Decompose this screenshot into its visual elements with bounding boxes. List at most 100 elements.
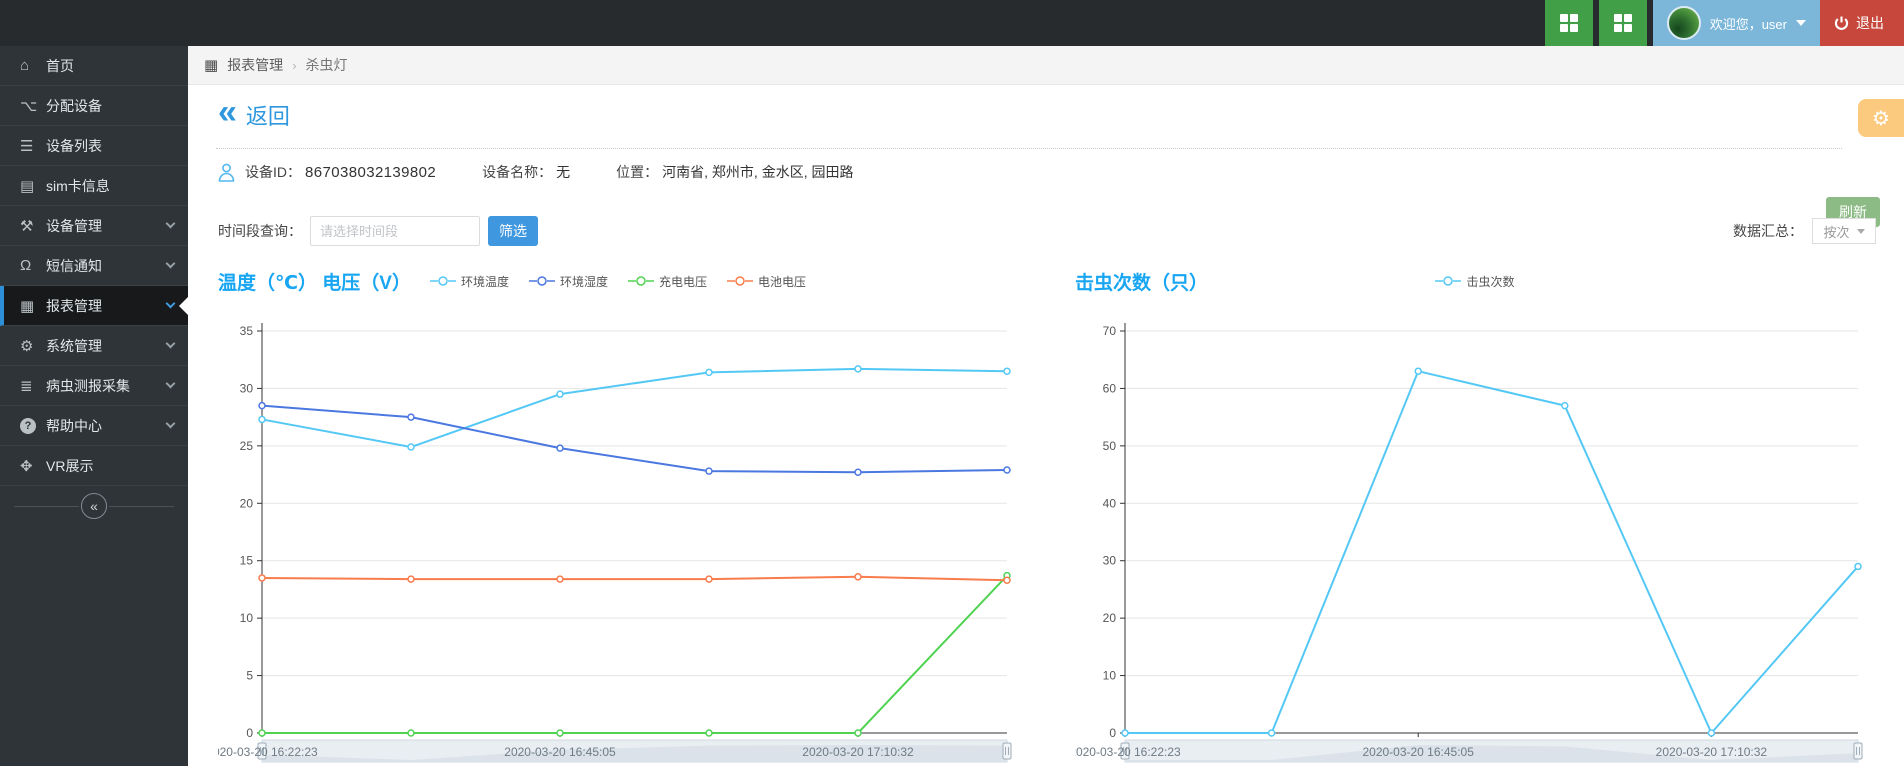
legend-item-环境温度[interactable]: 环境温度 <box>430 273 509 290</box>
svg-text:40: 40 <box>1103 496 1117 510</box>
breadcrumb-page: 杀虫灯 <box>306 55 348 75</box>
chevron-down-icon <box>166 219 176 229</box>
double-chevron-left-icon: « <box>218 99 237 125</box>
chevron-down-icon <box>1857 229 1865 238</box>
series-line-环境湿度 <box>262 406 1007 473</box>
series-line-环境温度 <box>262 369 1007 447</box>
sitemap-icon: ⌥ <box>20 97 46 115</box>
svg-text:2020-03-20 16:45:05: 2020-03-20 16:45:05 <box>1362 745 1474 759</box>
list-icon: ☰ <box>20 137 46 155</box>
svg-text:30: 30 <box>1103 554 1117 568</box>
device-id-value: 867038032139802 <box>305 164 436 181</box>
legend-item-击虫次数[interactable]: 击虫次数 <box>1435 273 1514 290</box>
svg-text:30: 30 <box>240 381 254 395</box>
series-line-击虫次数 <box>1125 371 1858 733</box>
top-header: 欢迎您，user 退出 <box>0 0 1904 46</box>
dotted-divider <box>216 148 1842 149</box>
device-location-group: 位置： 河南省, 郑州市, 金水区, 园田路 <box>616 162 853 182</box>
datazoom-handle[interactable] <box>1003 743 1011 759</box>
svg-text:2020-03-20 17:10:32: 2020-03-20 17:10:32 <box>1656 745 1768 759</box>
chevron-down-icon <box>166 419 176 429</box>
line-chart-canvas: 0102030405060702020-03-20 16:22:232020-0… <box>1075 299 1875 765</box>
user-menu[interactable]: 欢迎您，user <box>1653 0 1820 46</box>
legend-item-电池电压[interactable]: 电池电压 <box>727 273 806 290</box>
grid-apps-icon <box>1614 14 1632 32</box>
legend-label: 电池电压 <box>758 273 806 290</box>
device-info-row: 设备ID： 867038032139802 设备名称： 无 位置： 河南省, 郑… <box>218 162 899 182</box>
legend-item-充电电压[interactable]: 充电电压 <box>628 273 707 290</box>
data-summary-value: 按次 <box>1823 222 1849 241</box>
sidebar-item-label: sim卡信息 <box>46 176 110 196</box>
legend-item-环境湿度[interactable]: 环境湿度 <box>529 273 608 290</box>
wrench-icon: ⚒ <box>20 217 46 235</box>
legend-label: 环境湿度 <box>560 273 608 290</box>
breadcrumb-section[interactable]: 报表管理 <box>227 55 283 75</box>
svg-text:2020-03-20 16:22:23: 2020-03-20 16:22:23 <box>218 745 318 759</box>
legend-marker-icon <box>628 276 654 286</box>
apps-button-1[interactable] <box>1545 0 1593 46</box>
sidebar-item-label: 病虫测报采集 <box>46 376 130 396</box>
legend-label: 环境温度 <box>461 273 509 290</box>
sidebar-item-8[interactable]: ≣病虫测报采集 <box>0 366 188 406</box>
chevron-down-icon <box>166 299 176 309</box>
main-content: « 返回 ⚙ 设备ID： 867038032139802 设备名称： 无 <box>188 85 1904 766</box>
settings-button[interactable]: ⚙ <box>1858 99 1904 137</box>
data-summary-select[interactable]: 按次 <box>1812 218 1876 244</box>
sidebar-item-9[interactable]: ? 帮助中心 <box>0 406 188 446</box>
sidebar-item-10[interactable]: ✥VR展示 <box>0 446 188 486</box>
sidebar-item-label: 分配设备 <box>46 96 102 116</box>
logout-button[interactable]: 退出 <box>1820 0 1904 46</box>
sidebar-item-7[interactable]: ⚙系统管理 <box>0 326 188 366</box>
svg-text:60: 60 <box>1103 381 1117 395</box>
sidebar-item-2[interactable]: ☰设备列表 <box>0 126 188 166</box>
data-summary: 数据汇总： 按次 <box>1733 218 1876 244</box>
svg-text:2020-03-20 17:10:32: 2020-03-20 17:10:32 <box>802 745 914 759</box>
save-icon: ▤ <box>20 177 46 195</box>
sidebar-collapse-button[interactable]: « <box>0 486 188 526</box>
device-name-group: 设备名称： 无 <box>482 162 570 182</box>
back-label: 返回 <box>246 99 290 131</box>
apps-button-2[interactable] <box>1599 0 1647 46</box>
report-icon: ▦ <box>204 56 218 74</box>
data-summary-label: 数据汇总： <box>1733 221 1803 241</box>
bell-icon: Ω <box>20 257 46 274</box>
sidebar-item-3[interactable]: ▤sim卡信息 <box>0 166 188 206</box>
svg-text:10: 10 <box>1103 669 1117 683</box>
sidebar-item-label: 帮助中心 <box>46 416 102 436</box>
ordered-list-icon: ≣ <box>20 377 46 395</box>
line-chart-canvas: 051015202530352020-03-20 16:22:232020-03… <box>218 299 1018 765</box>
sidebar-item-4[interactable]: ⚒设备管理 <box>0 206 188 246</box>
back-button[interactable]: « 返回 <box>218 99 290 131</box>
time-query-row: 时间段查询： 筛选 <box>218 215 538 247</box>
sidebar-item-1[interactable]: ⌥分配设备 <box>0 86 188 126</box>
avatar[interactable] <box>1667 6 1701 40</box>
svg-text:5: 5 <box>246 669 253 683</box>
chevron-down-icon <box>166 379 176 389</box>
sidebar-item-6[interactable]: ▦报表管理 <box>0 286 188 326</box>
svg-text:50: 50 <box>1103 439 1117 453</box>
temperature-voltage-chart: 温度（℃） 电压（V） 环境温度环境湿度充电电压电池电压 05101520253… <box>218 263 1018 766</box>
person-icon <box>218 163 235 182</box>
device-location-value: 河南省, 郑州市, 金水区, 园田路 <box>662 162 853 182</box>
collapse-icon: « <box>81 493 107 519</box>
svg-text:35: 35 <box>240 324 254 338</box>
time-range-input[interactable] <box>310 216 480 246</box>
grid-apps-icon <box>1560 14 1578 32</box>
move-icon: ✥ <box>20 457 46 475</box>
filter-button[interactable]: 筛选 <box>488 216 538 246</box>
chart-header: 击虫次数（只） 击虫次数 <box>1075 263 1875 299</box>
legend-marker-icon <box>727 276 753 286</box>
sidebar-item-0[interactable]: ⌂首页 <box>0 46 188 86</box>
datazoom-handle[interactable] <box>1854 743 1862 759</box>
sidebar-item-label: 设备管理 <box>46 216 102 236</box>
app-root: 欢迎您，user 退出 ⌂首页⌥分配设备☰设备列表▤sim卡信息⚒设备管理Ω短信… <box>0 0 1904 766</box>
question-icon: ? <box>20 418 36 434</box>
sidebar: ⌂首页⌥分配设备☰设备列表▤sim卡信息⚒设备管理Ω短信通知▦报表管理⚙系统管理… <box>0 46 188 766</box>
chart-legend: 击虫次数 <box>1075 263 1875 299</box>
time-query-label: 时间段查询： <box>218 221 302 241</box>
svg-text:70: 70 <box>1103 324 1117 338</box>
series-line-电池电压 <box>262 577 1007 580</box>
chart-legend: 环境温度 环境湿度 充电电压 电池电压 <box>218 263 1018 299</box>
device-name-value: 无 <box>556 162 570 182</box>
sidebar-item-5[interactable]: Ω短信通知 <box>0 246 188 286</box>
